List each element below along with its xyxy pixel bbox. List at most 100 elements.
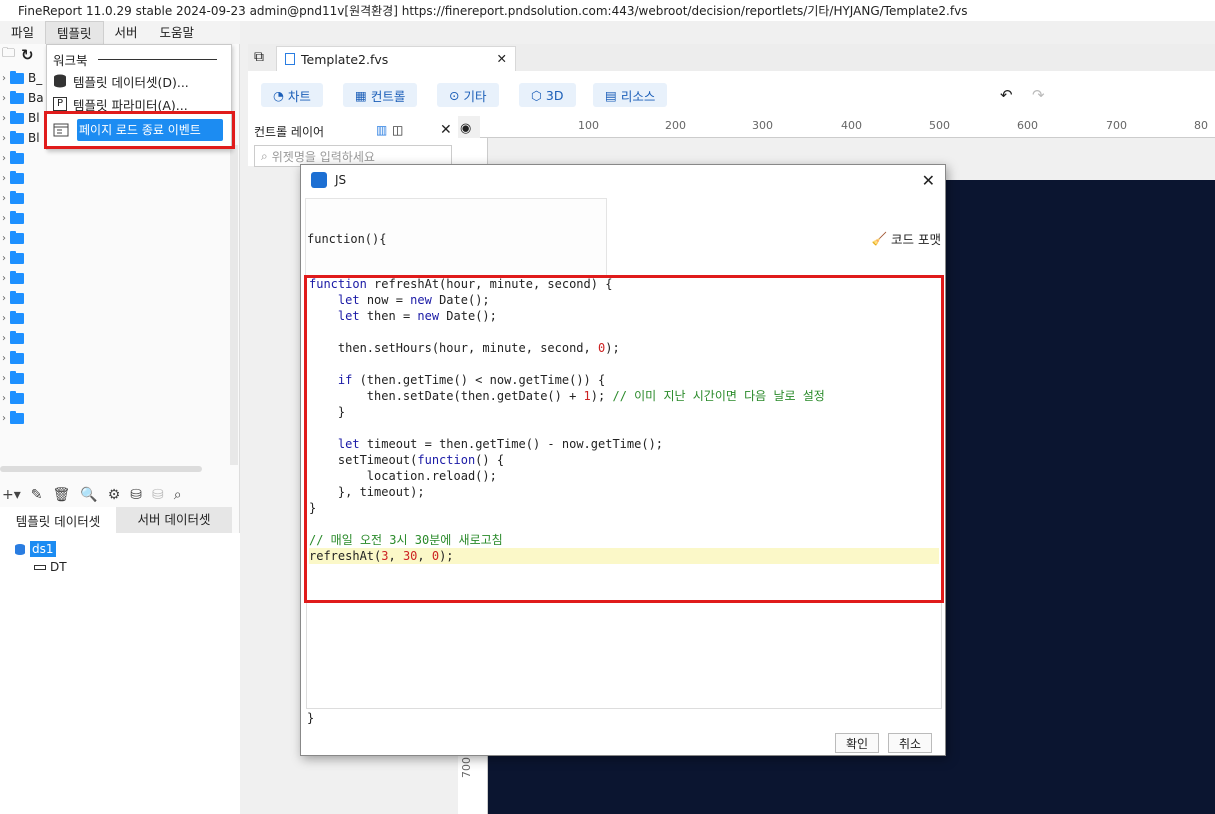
- folder-icon: [10, 350, 24, 364]
- search-icon[interactable]: ⌕: [174, 487, 182, 503]
- undo-icon[interactable]: ↶: [1000, 86, 1013, 104]
- layout-icon[interactable]: ⧉: [254, 49, 264, 65]
- folder-icon: [10, 170, 24, 184]
- folder-icon: [10, 130, 24, 144]
- cancel-button[interactable]: 취소: [888, 733, 932, 753]
- expand-arrow-icon[interactable]: ›: [2, 393, 6, 404]
- parameter-icon: P: [53, 97, 67, 111]
- dialog-close-icon[interactable]: ✕: [922, 171, 935, 190]
- section-divider: [97, 58, 217, 60]
- dataset-tabs: 템플릿 데이터셋 서버 데이터셋: [0, 507, 240, 533]
- folder-label: Ba: [28, 91, 44, 105]
- tab-template2[interactable]: Template2.fvs ✕: [276, 46, 516, 71]
- menu-server[interactable]: 서버: [104, 21, 149, 44]
- folder-item[interactable]: ›: [0, 388, 46, 408]
- menu-file[interactable]: 파일: [0, 21, 45, 44]
- refresh-icon[interactable]: ↻: [21, 46, 34, 64]
- folder-item[interactable]: ›: [0, 208, 46, 228]
- folder-icon: [10, 150, 24, 164]
- cube-icon: ⬡: [531, 87, 542, 103]
- new-folder-icon[interactable]: 🗀: [2, 44, 15, 66]
- folder-label: B_: [28, 71, 43, 85]
- folder-item[interactable]: ›: [0, 188, 46, 208]
- expand-arrow-icon[interactable]: ›: [2, 233, 6, 244]
- chart-button[interactable]: ◔ 차트: [261, 83, 323, 107]
- folder-item[interactable]: ›: [0, 148, 46, 168]
- folder-item[interactable]: ›: [0, 348, 46, 368]
- folder-item[interactable]: ›: [0, 168, 46, 188]
- expand-arrow-icon[interactable]: ›: [2, 213, 6, 224]
- folder-icon: [10, 410, 24, 424]
- eye-icon[interactable]: ◉: [460, 121, 471, 136]
- close-tab-icon[interactable]: ✕: [497, 51, 507, 66]
- ruler-horizontal: 100 200 300 400 500 600 700 80: [480, 116, 1215, 138]
- folder-icon: [10, 110, 24, 124]
- tab-template-dataset[interactable]: 템플릿 데이터셋: [0, 507, 116, 533]
- expand-arrow-icon[interactable]: ›: [2, 93, 6, 104]
- folder-label: Bl: [28, 131, 40, 145]
- folder-item[interactable]: ›: [0, 408, 46, 428]
- dataset-settings-icon[interactable]: ⚙: [108, 487, 121, 503]
- expand-arrow-icon[interactable]: ›: [2, 193, 6, 204]
- expand-arrow-icon[interactable]: ›: [2, 353, 6, 364]
- folder-item[interactable]: ›: [0, 248, 46, 268]
- tab-server-dataset[interactable]: 서버 데이터셋: [116, 507, 232, 533]
- folder-item[interactable]: ›: [0, 288, 46, 308]
- folder-icon: [10, 210, 24, 224]
- code-format-button[interactable]: 🧹 코드 포맷: [871, 229, 941, 248]
- folder-item[interactable]: › B_: [0, 68, 46, 88]
- expand-arrow-icon[interactable]: ›: [2, 73, 6, 84]
- resource-button[interactable]: ▤ 리소스: [593, 83, 668, 107]
- split-view-icon[interactable]: ◫: [392, 123, 403, 137]
- expand-arrow-icon[interactable]: ›: [2, 413, 6, 424]
- expand-arrow-icon[interactable]: ›: [2, 333, 6, 344]
- search-icon: ⌕: [261, 148, 268, 163]
- folder-item[interactable]: ›: [0, 308, 46, 328]
- expand-arrow-icon[interactable]: ›: [2, 133, 6, 144]
- folder-item[interactable]: › Bl: [0, 128, 46, 148]
- tree-scrollbar-horizontal[interactable]: [0, 466, 202, 472]
- dataset-field-dt[interactable]: DT: [34, 560, 67, 574]
- folder-item[interactable]: ›: [0, 268, 46, 288]
- control-button[interactable]: ▦ 컨트롤: [343, 83, 418, 107]
- menu-template[interactable]: 템플릿: [45, 21, 104, 44]
- expand-arrow-icon[interactable]: ›: [2, 173, 6, 184]
- folder-item[interactable]: › Bl: [0, 108, 46, 128]
- folder-label: Bl: [28, 111, 40, 125]
- close-panel-icon[interactable]: ✕: [440, 122, 452, 138]
- expand-arrow-icon[interactable]: ›: [2, 253, 6, 264]
- tree-toolbar: 🗀 ↻: [0, 44, 46, 66]
- ok-button[interactable]: 확인: [835, 733, 879, 753]
- expand-arrow-icon[interactable]: ›: [2, 373, 6, 384]
- expand-arrow-icon[interactable]: ›: [2, 313, 6, 324]
- edit-icon[interactable]: ✎: [31, 487, 43, 503]
- database-add-icon[interactable]: ⛁: [130, 487, 142, 503]
- more-icon: ⊙: [449, 87, 460, 103]
- menu-item-template-dataset[interactable]: 템플릿 데이터셋(D)...: [53, 70, 229, 92]
- folder-icon: [10, 370, 24, 384]
- more-button[interactable]: ⊙ 기타: [437, 83, 499, 107]
- expand-arrow-icon[interactable]: ›: [2, 113, 6, 124]
- folder-item[interactable]: ›: [0, 368, 46, 388]
- expand-arrow-icon[interactable]: ›: [2, 153, 6, 164]
- 3d-button[interactable]: ⬡ 3D: [519, 83, 576, 107]
- menu-help[interactable]: 도움말: [149, 21, 206, 44]
- add-dataset-icon[interactable]: +▾: [2, 487, 21, 503]
- ruler-label: 300: [752, 119, 773, 132]
- tree-scrollbar-vertical[interactable]: [230, 145, 238, 465]
- delete-icon[interactable]: 🗑: [53, 487, 71, 503]
- folder-item[interactable]: ›: [0, 228, 46, 248]
- dialog-title: JS: [335, 173, 347, 187]
- expand-arrow-icon[interactable]: ›: [2, 273, 6, 284]
- dropdown-section-workbook: 워크북: [53, 48, 229, 70]
- dataset-node-ds1[interactable]: ds1: [14, 541, 56, 557]
- preview-icon[interactable]: 🔍: [80, 487, 97, 503]
- finereport-logo-icon: [311, 172, 327, 188]
- control-icon: ▦: [355, 87, 367, 103]
- layout-toggle-icon[interactable]: ▥: [376, 123, 387, 137]
- folder-item[interactable]: ›: [0, 328, 46, 348]
- expand-arrow-icon[interactable]: ›: [2, 293, 6, 304]
- function-close-text: }: [307, 711, 315, 725]
- highlight-frame-code: [304, 275, 944, 603]
- folder-item[interactable]: › Ba: [0, 88, 46, 108]
